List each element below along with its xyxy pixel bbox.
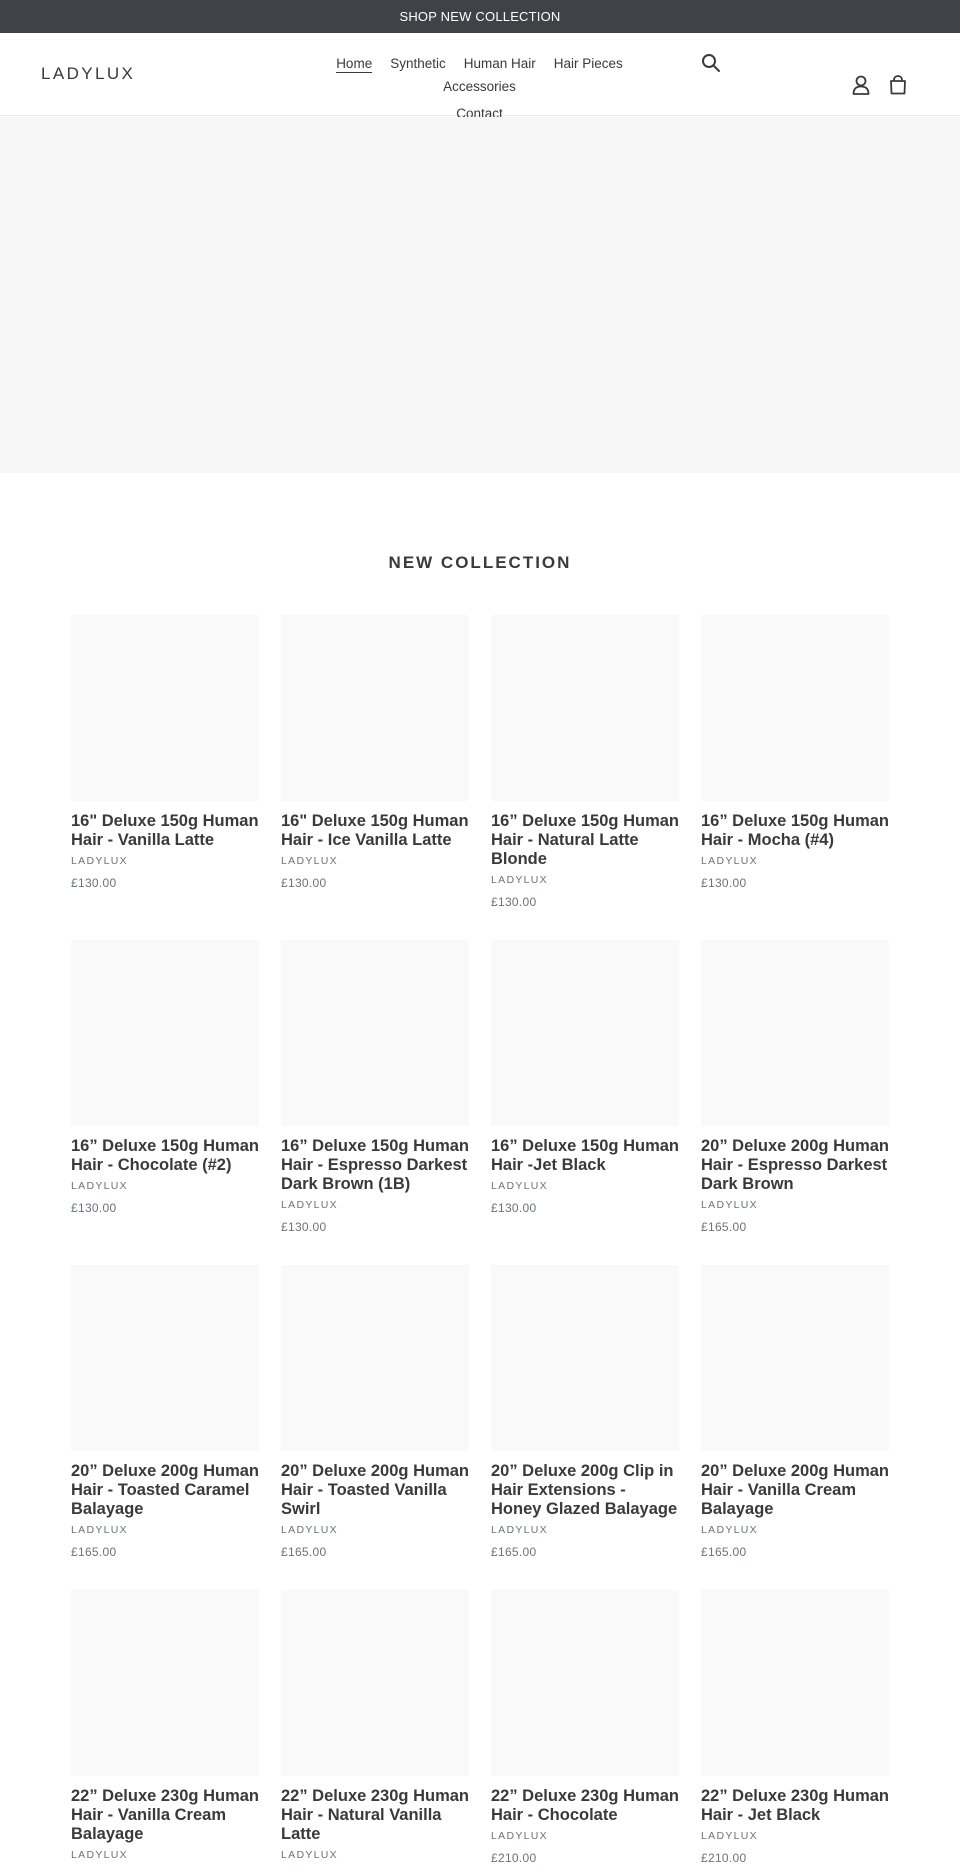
product-title[interactable]: 20” Deluxe 200g Human Hair - Vanilla Cre… [701,1462,889,1519]
product-image[interactable] [281,940,469,1126]
product-card[interactable]: 20” Deluxe 200g Human Hair - Espresso Da… [701,940,889,1235]
product-vendor: LADYLUX [701,1830,758,1842]
account-icon[interactable] [852,75,870,95]
product-price: £165.00 [281,1545,327,1559]
product-title[interactable]: 22” Deluxe 230g Human Hair - Jet Black [701,1787,889,1825]
nav-item-hair-pieces[interactable]: Hair Pieces [545,54,632,73]
product-price: £130.00 [281,1220,327,1234]
product-title[interactable]: 16” Deluxe 150g Human Hair - Espresso Da… [281,1137,469,1194]
product-title[interactable]: 16” Deluxe 150g Human Hair -Jet Black [491,1137,679,1175]
product-title[interactable]: 20” Deluxe 200g Human Hair - Toasted Car… [71,1462,259,1519]
product-card[interactable]: 16” Deluxe 150g Human Hair - Mocha (#4) L… [701,615,889,891]
product-price: £130.00 [71,876,117,890]
product-card[interactable]: 16” Deluxe 150g Human Hair - Espresso Da… [281,940,469,1235]
product-card[interactable]: 16” Deluxe 150g Human Hair -Jet Black LAD… [491,940,679,1216]
product-title[interactable]: 16” Deluxe 150g Human Hair - Natural Lat… [491,812,679,869]
search-icon[interactable] [701,53,721,73]
product-image[interactable] [491,1265,679,1451]
product-title[interactable]: 20” Deluxe 200g Human Hair - Toasted Van… [281,1462,469,1519]
product-image[interactable] [701,1590,889,1776]
product-card[interactable]: 20” Deluxe 200g Human Hair - Vanilla Cre… [701,1265,889,1560]
announcement-text[interactable]: SHOP NEW COLLECTION [399,9,560,24]
product-card[interactable]: 20” Deluxe 200g Human Hair - Toasted Car… [71,1265,259,1560]
product-card[interactable]: 22” Deluxe 230g Human Hair - Natural Van… [281,1590,469,1869]
product-image[interactable] [701,1265,889,1451]
hero-banner [0,117,960,473]
product-title[interactable]: 16" Deluxe 150g Human Hair - Ice Vanilla… [281,812,469,850]
nav-item-human-hair[interactable]: Human Hair [455,54,545,73]
product-image[interactable] [281,1265,469,1451]
product-vendor: LADYLUX [281,855,338,867]
cart-icon[interactable] [889,75,907,95]
product-title[interactable]: 22” Deluxe 230g Human Hair - Chocolate [491,1787,679,1825]
product-title[interactable]: 20” Deluxe 200g Human Hair - Espresso Da… [701,1137,889,1194]
product-price: £165.00 [71,1545,117,1559]
product-card[interactable]: 22” Deluxe 230g Human Hair - Chocolate LA… [491,1590,679,1866]
product-vendor: LADYLUX [491,1180,548,1192]
product-price: £210.00 [701,1851,747,1865]
product-price: £130.00 [71,1201,117,1215]
nav-item-synthetic[interactable]: Synthetic [381,54,455,73]
product-vendor: LADYLUX [701,855,758,867]
product-image[interactable] [281,615,469,801]
product-price: £165.00 [491,1545,537,1559]
product-vendor: LADYLUX [491,874,548,886]
product-price: £130.00 [281,876,327,890]
product-vendor: LADYLUX [281,1849,338,1861]
product-image[interactable] [281,1590,469,1776]
product-image[interactable] [491,940,679,1126]
product-vendor: LADYLUX [701,1524,758,1536]
product-price: £130.00 [701,876,747,890]
product-image[interactable] [491,615,679,801]
product-vendor: LADYLUX [491,1524,548,1536]
product-card[interactable]: 22” Deluxe 230g Human Hair - Vanilla Cre… [71,1590,259,1869]
main-nav: Home Synthetic Human Hair Hair Pieces Ac… [287,54,672,123]
product-title[interactable]: 16” Deluxe 150g Human Hair - Chocolate (… [71,1137,259,1175]
product-title[interactable]: 16” Deluxe 150g Human Hair - Mocha (#4) [701,812,889,850]
product-vendor: LADYLUX [281,1199,338,1211]
product-title[interactable]: 22” Deluxe 230g Human Hair - Vanilla Cre… [71,1787,259,1844]
site-logo[interactable]: LADYLUX [41,64,135,84]
product-vendor: LADYLUX [701,1199,758,1211]
product-vendor: LADYLUX [71,1849,128,1861]
section-title: NEW COLLECTION [388,553,572,572]
announcement-bar[interactable]: SHOP NEW COLLECTION [0,0,960,33]
product-title[interactable]: 22” Deluxe 230g Human Hair - Natural Van… [281,1787,469,1844]
product-price: £130.00 [491,1201,537,1215]
product-price: £210.00 [491,1851,537,1865]
product-card[interactable]: 16" Deluxe 150g Human Hair - Vanilla Lat… [71,615,259,891]
product-card[interactable]: 16” Deluxe 150g Human Hair - Chocolate (… [71,940,259,1216]
site-header: LADYLUX Home Synthetic Human Hair Hair P… [0,33,960,121]
product-price: £165.00 [701,1220,747,1234]
product-vendor: LADYLUX [281,1524,338,1536]
product-card[interactable]: 20” Deluxe 200g Human Hair - Toasted Van… [281,1265,469,1560]
product-image[interactable] [71,615,259,801]
product-title[interactable]: 16" Deluxe 150g Human Hair - Vanilla Lat… [71,812,259,850]
product-image[interactable] [701,615,889,801]
product-title[interactable]: 20” Deluxe 200g Clip in Hair Extensions … [491,1462,679,1519]
product-price: £130.00 [491,895,537,909]
product-image[interactable] [71,1590,259,1776]
nav-item-accessories[interactable]: Accessories [434,77,525,96]
product-image[interactable] [71,940,259,1126]
product-vendor: LADYLUX [491,1830,548,1842]
product-card[interactable]: 22” Deluxe 230g Human Hair - Jet Black LA… [701,1590,889,1866]
product-image[interactable] [491,1590,679,1776]
product-vendor: LADYLUX [71,855,128,867]
product-card[interactable]: 16” Deluxe 150g Human Hair - Natural Lat… [491,615,679,910]
product-grid: 16" Deluxe 150g Human Hair - Vanilla Lat… [71,615,889,1875]
product-image[interactable] [71,1265,259,1451]
product-card[interactable]: 20” Deluxe 200g Clip in Hair Extensions … [491,1265,679,1560]
product-vendor: LADYLUX [71,1180,128,1192]
nav-item-home[interactable]: Home [327,54,381,73]
product-price: £165.00 [701,1545,747,1559]
product-image[interactable] [701,940,889,1126]
product-card[interactable]: 16" Deluxe 150g Human Hair - Ice Vanilla… [281,615,469,891]
product-vendor: LADYLUX [71,1524,128,1536]
